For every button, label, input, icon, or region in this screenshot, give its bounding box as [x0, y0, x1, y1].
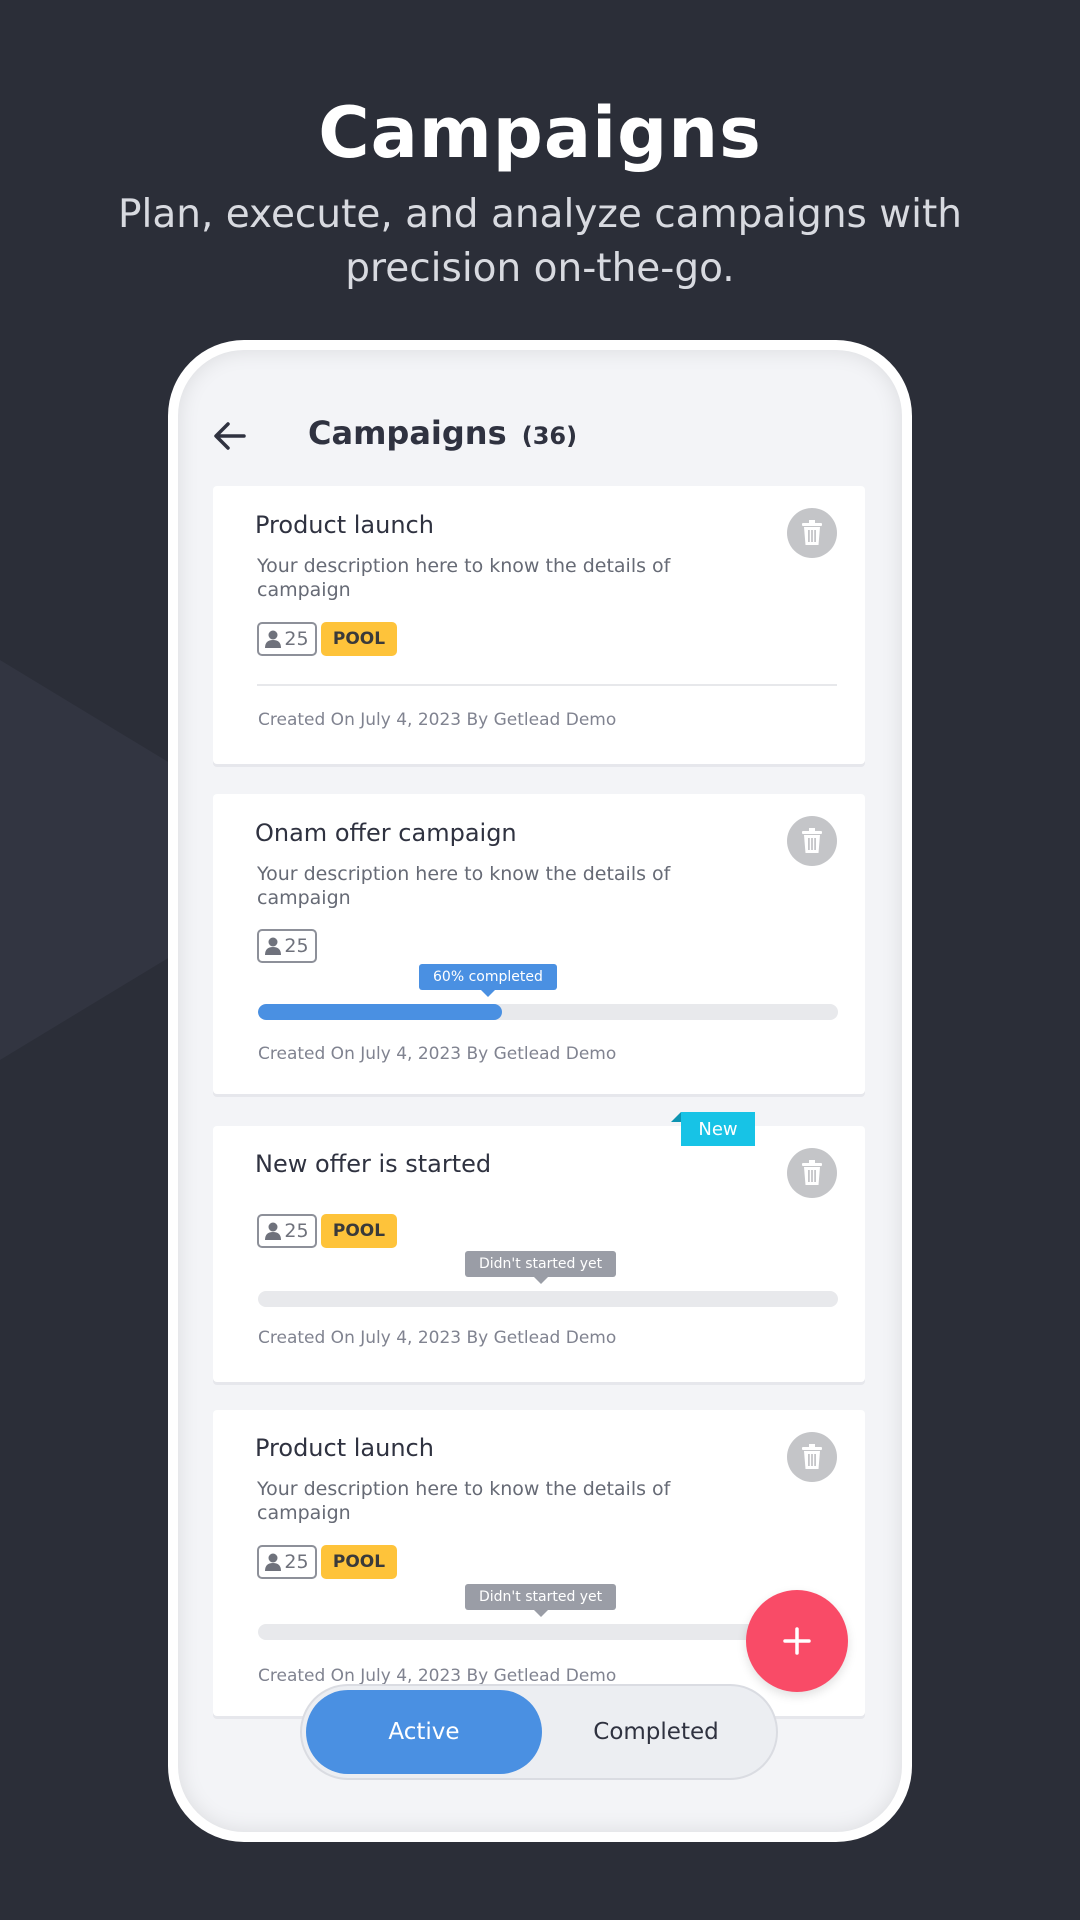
new-ribbon: New: [671, 1112, 755, 1146]
page-title-text: Campaigns: [308, 414, 507, 452]
pool-badge: POOL: [321, 622, 397, 656]
campaign-badges: 25: [257, 929, 317, 963]
delete-button[interactable]: [787, 1148, 837, 1198]
plus-icon: [783, 1627, 811, 1655]
member-count-badge: 25: [257, 1214, 317, 1248]
campaign-title: New offer is started: [255, 1150, 492, 1178]
page-title: Campaigns (36): [308, 414, 577, 452]
progress-tooltip: Didn't started yet: [465, 1584, 617, 1617]
campaign-badges: 25 POOL: [257, 1214, 397, 1248]
progress-bar: [258, 1291, 838, 1307]
campaign-title: Product launch: [255, 1434, 434, 1462]
phone-frame: Campaigns (36) Product launch Your descr…: [168, 340, 912, 1842]
campaign-created-info: Created On July 4, 2023 By Getlead Demo: [258, 1044, 617, 1064]
member-count: 25: [284, 935, 309, 957]
person-icon: [265, 1553, 282, 1571]
campaign-title: Onam offer campaign: [255, 819, 517, 847]
campaign-created-info: Created On July 4, 2023 By Getlead Demo: [258, 710, 617, 730]
campaign-title: Product launch: [255, 511, 434, 539]
delete-button[interactable]: [787, 508, 837, 558]
campaign-card[interactable]: Onam offer campaign Your description her…: [213, 794, 865, 1094]
member-count-badge: 25: [257, 929, 317, 963]
progress-tooltip: 60% completed: [419, 964, 557, 997]
marketing-headline: Campaigns: [318, 92, 762, 174]
arrow-left-icon[interactable]: [210, 416, 250, 456]
progress-bar: [258, 1004, 838, 1020]
add-campaign-button[interactable]: [746, 1590, 848, 1692]
app-screen: Campaigns (36) Product launch Your descr…: [178, 350, 902, 1832]
campaign-badges: 25 POOL: [257, 622, 397, 656]
campaign-card[interactable]: New New offer is started 25 POOL Didn't …: [213, 1112, 865, 1382]
trash-icon: [802, 1160, 822, 1185]
member-count: 25: [284, 1220, 309, 1242]
trash-icon: [802, 520, 822, 545]
campaign-description: Your description here to know the detail…: [257, 1478, 671, 1524]
person-icon: [265, 630, 282, 648]
marketing-subline: Plan, execute, and analyze campaigns wit…: [117, 192, 962, 291]
member-count: 25: [284, 1551, 309, 1573]
trash-icon: [802, 1444, 822, 1469]
pool-badge: POOL: [321, 1545, 397, 1579]
member-count-badge: 25: [257, 1545, 317, 1579]
pool-badge: POOL: [321, 1214, 397, 1248]
tab-active[interactable]: Active: [306, 1690, 542, 1774]
campaign-count: (36): [521, 422, 578, 450]
delete-button[interactable]: [787, 1432, 837, 1482]
campaign-card[interactable]: Product launch Your description here to …: [213, 486, 865, 764]
member-count: 25: [284, 628, 309, 650]
campaign-badges: 25 POOL: [257, 1545, 397, 1579]
campaign-created-info: Created On July 4, 2023 By Getlead Demo: [258, 1328, 617, 1348]
app-bar: Campaigns (36): [210, 412, 870, 462]
person-icon: [265, 1222, 282, 1240]
tab-completed[interactable]: Completed: [538, 1690, 774, 1774]
status-tab-switch: Active Completed: [300, 1684, 778, 1780]
campaign-description: Your description here to know the detail…: [257, 555, 671, 601]
progress-fill: [258, 1004, 502, 1020]
person-icon: [265, 937, 282, 955]
delete-button[interactable]: [787, 816, 837, 866]
campaign-created-info: Created On July 4, 2023 By Getlead Demo: [258, 1666, 617, 1686]
trash-icon: [802, 828, 822, 853]
campaign-description: Your description here to know the detail…: [257, 863, 671, 909]
card-divider: [257, 684, 837, 686]
member-count-badge: 25: [257, 622, 317, 656]
progress-tooltip: Didn't started yet: [465, 1251, 617, 1284]
